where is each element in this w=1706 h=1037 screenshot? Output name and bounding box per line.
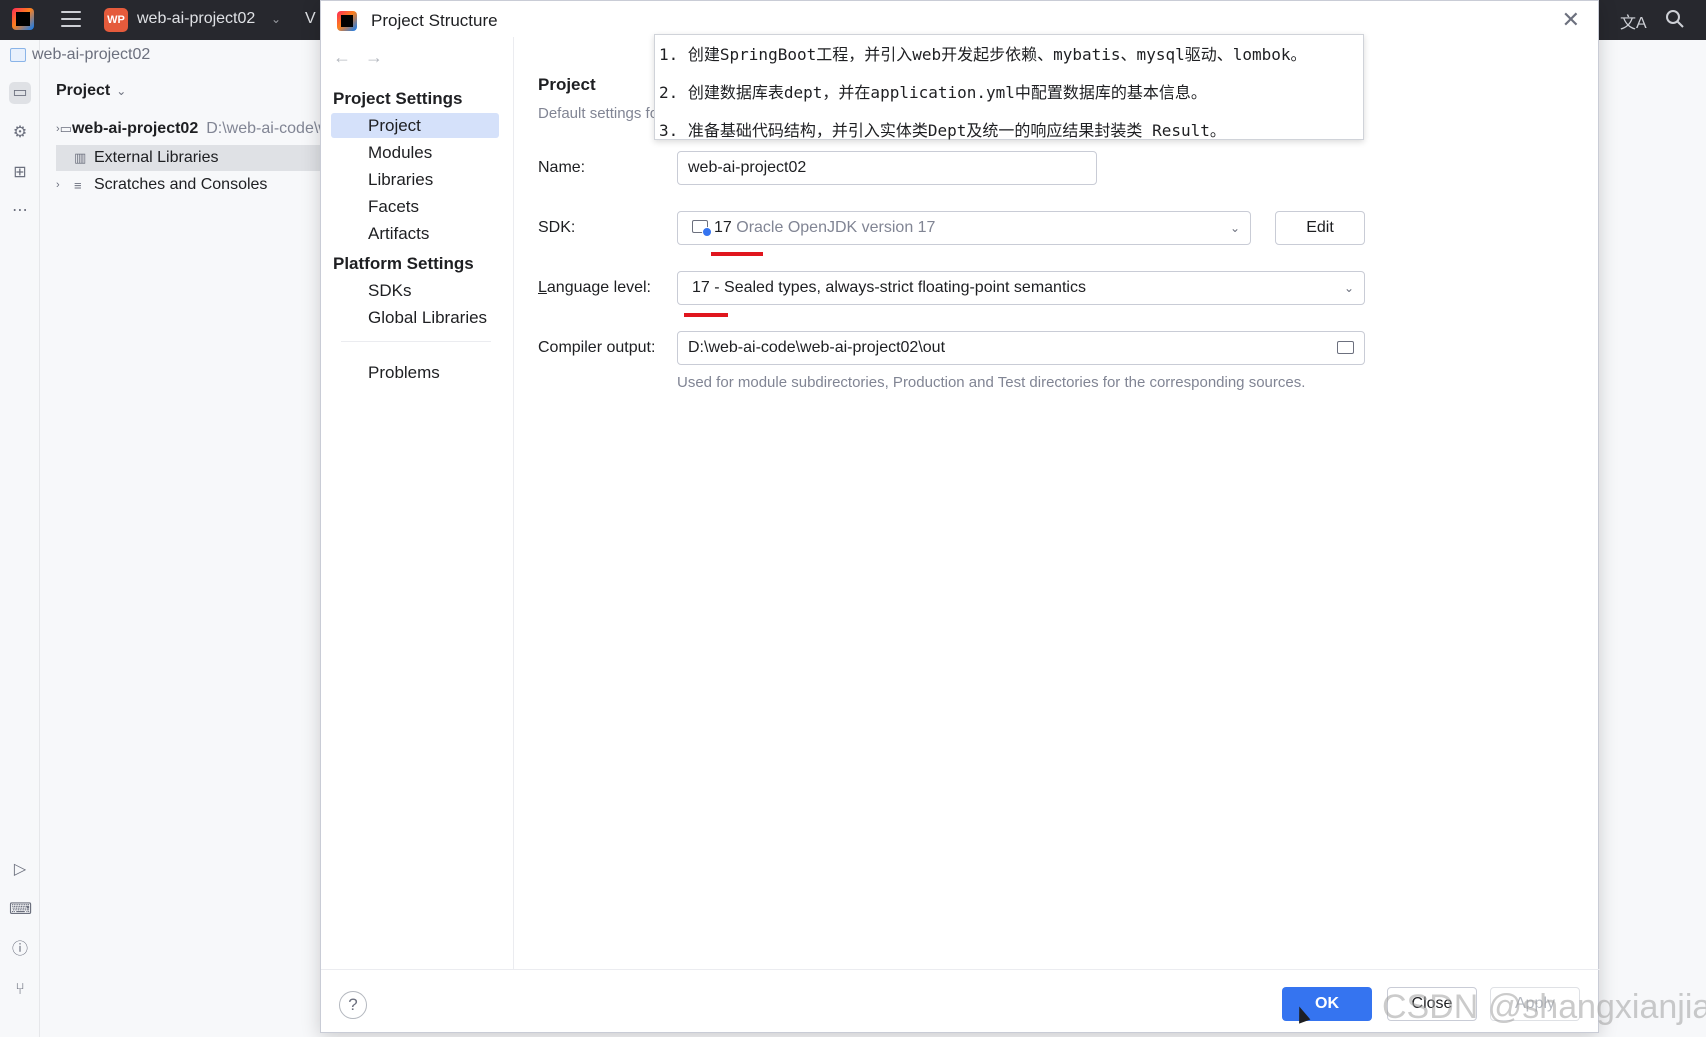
tree-item-scratches[interactable]: › ≡ Scratches and Consoles [56,172,320,198]
project-switcher[interactable]: web-ai-project02 [137,10,255,28]
help-button[interactable]: ? [339,991,367,1019]
language-level-value: 17 - Sealed types, always-strict floatin… [692,279,1086,296]
run-icon[interactable]: ▷ [9,859,31,881]
scratches-icon: ≡ [74,177,82,193]
tree-item-label: External Libraries [94,149,219,166]
sidebar-item-modules[interactable]: Modules [331,140,499,165]
sidebar-item-project[interactable]: Project [331,113,499,138]
sdk-label: SDK: [538,219,576,236]
sidebar-section-project-settings: Project Settings [333,89,463,108]
sidebar-item-libraries[interactable]: Libraries [331,167,499,192]
project-view-header[interactable]: Project ⌄ [56,82,126,100]
chevron-down-icon[interactable]: ⌄ [271,12,281,26]
folder-icon: ▭ [59,121,72,136]
instruction-notes: 1. 创建SpringBoot工程，并引入web开发起步依赖、mybatis、m… [654,34,1364,140]
mnemonic-letter: L [538,279,547,296]
sidebar-item-problems[interactable]: Problems [331,360,499,385]
library-icon: ▥ [74,150,87,165]
back-arrow-icon[interactable]: ← [333,47,351,68]
compiler-output-label: Compiler output: [538,339,656,356]
compiler-output-help: Used for module subdirectories, Producti… [677,374,1306,391]
name-field[interactable]: web-ai-project02 [677,151,1097,185]
watermark: CSDN @shangxianjiao [1382,988,1706,1026]
problems-icon[interactable]: ⓘ [9,939,31,961]
main-menu-icon[interactable] [61,11,81,27]
more-icon[interactable]: ⋯ [9,200,31,222]
note-line: 1. 创建SpringBoot工程，并引入web开发起步依赖、mybatis、m… [659,45,1307,64]
module-icon [10,48,26,62]
close-icon[interactable]: ✕ [1562,9,1580,31]
tree-item-label: Scratches and Consoles [94,176,268,193]
footer-divider [321,969,1600,970]
sidebar-separator [513,37,514,969]
edit-sdk-button[interactable]: Edit [1275,211,1365,245]
sidebar-item-sdks[interactable]: SDKs [331,278,499,303]
intellij-logo-icon [337,11,357,31]
annotation-underline [684,313,728,317]
name-label: Name: [538,159,586,176]
annotation-underline [711,252,763,256]
chevron-down-icon: ⌄ [1343,281,1354,295]
chevron-down-icon: ⌄ [116,84,127,98]
gear-icon[interactable]: ⚙ [9,122,31,144]
dialog-title: Project Structure [371,11,498,30]
tree-item-project[interactable]: › ▭ web-ai-project02 D:\web-ai-code\web-… [56,116,320,142]
sidebar-item-artifacts[interactable]: Artifacts [331,221,499,246]
sdk-name: Oracle OpenJDK version 17 [736,219,936,236]
tree-item-path: D:\web-ai-code\web-ai-project02 [206,120,320,137]
sdk-version: 17 [714,219,732,236]
sidebar-item-facets[interactable]: Facets [331,194,499,219]
browse-folder-icon[interactable] [1337,341,1354,354]
sidebar-section-platform-settings: Platform Settings [333,254,474,273]
chevron-right-icon[interactable]: › [56,179,74,191]
tree-item-external-libraries[interactable]: ▥ External Libraries [56,145,320,171]
compiler-output-value: D:\web-ai-code\web-ai-project02\out [688,339,946,356]
search-icon[interactable] [1665,9,1685,29]
chevron-down-icon: ⌄ [1229,221,1240,235]
tool-window-strip: ▭ ⚙ ⊞ ⋯ ▷ ⌨ ⓘ ⑂ [0,40,40,1037]
sidebar-item-global-libraries[interactable]: Global Libraries [331,305,499,330]
breadcrumb: web-ai-project02 [10,44,150,66]
vcs-widget[interactable]: V [305,10,319,28]
note-line: 2. 创建数据库表dept，并在application.yml中配置数据库的基本… [659,83,1207,102]
terminal-icon[interactable]: ⌨ [9,899,32,921]
sdk-dropdown[interactable]: 17 Oracle OpenJDK version 17 ⌄ [677,211,1251,245]
note-line: 3. 准备基础代码结构，并引入实体类Dept及统一的响应结果封装类 Result… [659,121,1226,140]
structure-icon[interactable]: ⊞ [9,162,31,184]
tree-item-label: web-ai-project02 [71,120,199,137]
sidebar-divider [341,341,491,342]
git-icon[interactable]: ⑂ [9,979,31,1001]
folder-icon[interactable]: ▭ [9,82,31,104]
language-level-label: Language level: [538,279,651,297]
page-title: Project [538,75,596,94]
project-view-title: Project [56,82,111,99]
language-level-label-text: anguage level: [546,279,651,296]
intellij-logo-icon[interactable] [12,8,34,30]
breadcrumb-project[interactable]: web-ai-project02 [32,46,150,64]
project-badge[interactable]: WP [104,8,128,32]
forward-arrow-icon[interactable]: → [365,47,383,68]
translate-icon[interactable]: 文A [1620,9,1647,33]
compiler-output-field[interactable]: D:\web-ai-code\web-ai-project02\out [677,331,1365,365]
language-level-dropdown[interactable]: 17 - Sealed types, always-strict floatin… [677,271,1365,305]
jdk-icon [692,220,712,237]
project-structure-dialog: Project Structure ✕ ← → Project Settings… [320,0,1600,1033]
